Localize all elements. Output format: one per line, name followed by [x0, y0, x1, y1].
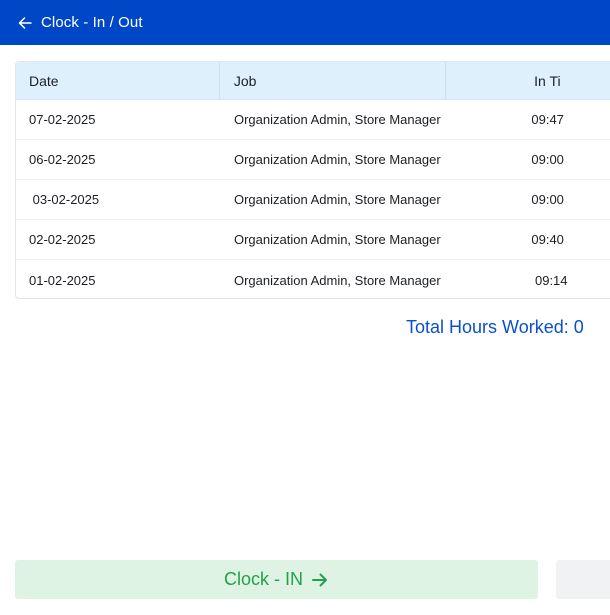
cell-date: 07-02-2025 — [29, 112, 96, 127]
clock-in-button[interactable]: Clock - IN — [15, 560, 538, 599]
attendance-table: Date Job In Ti 07-02-2025 Organization A… — [15, 61, 610, 299]
cell-in-time: 09:14 — [531, 272, 568, 288]
table-row[interactable]: 03-02-2025 Organization Admin, Store Man… — [16, 180, 610, 220]
cell-date: 01-02-2025 — [29, 272, 96, 288]
table-row[interactable]: 02-02-2025 Organization Admin, Store Man… — [16, 220, 610, 260]
clock-out-button[interactable] — [556, 560, 610, 599]
cell-in-time: 09:00 — [531, 152, 564, 167]
cell-job: Organization Admin, Store Manager — [233, 152, 441, 167]
cell-in-time: 09:40 — [531, 232, 564, 247]
clock-in-label: Clock - IN — [223, 569, 303, 589]
cell-date: 02-02-2025 — [29, 232, 96, 247]
table-row[interactable]: 01-02-2025 Organization Admin, Store Man… — [16, 260, 610, 298]
table-header: Date Job In Ti — [16, 62, 610, 100]
arrow-right-icon — [311, 572, 329, 588]
column-header-in-time: In Ti — [534, 73, 561, 89]
arrow-left-icon[interactable] — [11, 9, 39, 37]
cell-date: 03-02-2025 — [29, 192, 100, 207]
cell-job: Organization Admin, Store Manager — [233, 112, 441, 127]
column-header-job: Job — [220, 62, 447, 100]
table-row[interactable]: 06-02-2025 Organization Admin, Store Man… — [16, 140, 610, 180]
cell-job: Organization Admin, Store Manager — [233, 272, 441, 288]
table-row[interactable]: 07-02-2025 Organization Admin, Store Man… — [16, 100, 610, 140]
clock-in-out-screen: Clock - In / Out Date Job In Ti 07-02-20… — [0, 0, 610, 615]
cell-in-time: 09:47 — [531, 112, 564, 127]
app-header: Clock - In / Out — [0, 0, 610, 45]
cell-in-time: 09:00 — [531, 192, 564, 207]
page-title: Clock - In / Out — [41, 14, 143, 31]
cell-job: Organization Admin, Store Manager — [233, 192, 441, 207]
cell-date: 06-02-2025 — [29, 152, 96, 167]
total-hours-worked: Total Hours Worked: 0 — [406, 317, 584, 337]
cell-job: Organization Admin, Store Manager — [233, 232, 441, 247]
column-header-date: Date — [16, 62, 220, 100]
